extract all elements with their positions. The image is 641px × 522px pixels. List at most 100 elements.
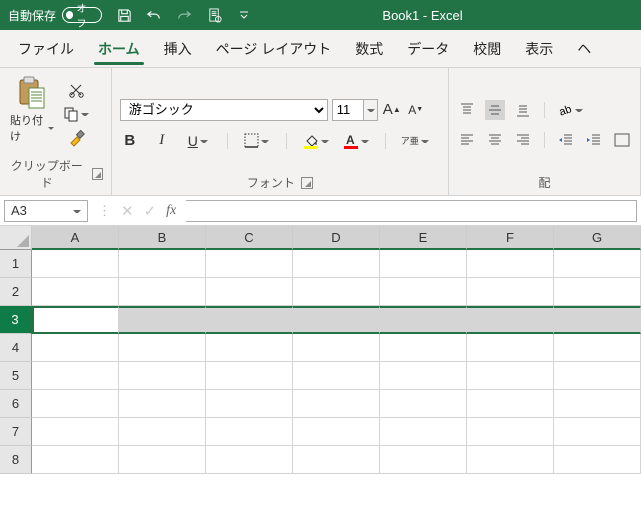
cell[interactable] [293,278,380,306]
italic-button[interactable]: I [152,131,172,151]
row-header[interactable]: 1 [0,250,32,278]
cell[interactable] [554,334,641,362]
tab-review[interactable]: 校閲 [461,31,513,67]
cell[interactable] [380,446,467,474]
increase-font-button[interactable]: A▲ [382,100,402,120]
cell[interactable] [554,250,641,278]
cell[interactable] [467,306,554,334]
cell[interactable] [380,250,467,278]
align-right-button[interactable] [513,130,533,150]
tab-home[interactable]: ホーム [86,31,152,67]
cell[interactable] [293,250,380,278]
cell[interactable] [467,390,554,418]
row-header[interactable]: 3 [0,306,32,334]
tab-formulas[interactable]: 数式 [343,31,395,67]
cell[interactable] [380,362,467,390]
cell[interactable] [554,446,641,474]
align-bottom-button[interactable] [513,100,533,120]
cell[interactable] [293,390,380,418]
align-top-button[interactable] [457,100,477,120]
enter-icon[interactable]: ✓ [144,202,157,220]
cell[interactable] [119,418,206,446]
cell[interactable] [467,278,554,306]
fx-icon[interactable]: fx [166,203,176,219]
cell[interactable] [32,334,119,362]
col-header[interactable]: B [119,226,206,250]
cell[interactable] [467,334,554,362]
cell[interactable] [380,390,467,418]
toggle-switch[interactable]: オフ [62,7,102,23]
select-all-corner[interactable] [0,226,32,250]
cell[interactable] [206,418,293,446]
redo-icon[interactable] [176,7,192,23]
cell[interactable] [554,306,641,334]
cell[interactable] [119,278,206,306]
cell[interactable] [32,418,119,446]
cell[interactable] [554,362,641,390]
cell[interactable] [206,446,293,474]
tab-insert[interactable]: 挿入 [152,31,204,67]
col-header[interactable]: F [467,226,554,250]
cell[interactable] [206,306,293,334]
orientation-button[interactable]: ab [556,100,584,120]
cell[interactable] [380,334,467,362]
cell[interactable] [554,278,641,306]
cell[interactable] [32,362,119,390]
cancel-icon[interactable]: ✕ [121,202,134,220]
dialog-launcher-icon[interactable] [301,177,313,189]
col-header[interactable]: G [554,226,641,250]
paste-button[interactable]: 貼り付け [8,74,56,154]
chevron-down-icon[interactable] [364,99,378,121]
cell[interactable] [467,250,554,278]
print-preview-icon[interactable] [206,7,222,23]
cell[interactable] [293,362,380,390]
bold-button[interactable]: B [120,131,140,151]
row-header[interactable]: 2 [0,278,32,306]
cell[interactable] [119,362,206,390]
font-name-combo[interactable]: 游ゴシック [120,99,328,121]
tab-help[interactable]: ヘ [565,31,603,67]
cell[interactable] [119,334,206,362]
cell[interactable] [119,306,206,334]
cell[interactable] [206,334,293,362]
fill-color-button[interactable] [302,131,330,151]
cell[interactable] [32,250,119,278]
cell[interactable] [380,278,467,306]
cell[interactable] [119,390,206,418]
cell[interactable] [32,446,119,474]
row-header[interactable]: 6 [0,390,32,418]
tab-page-layout[interactable]: ページ レイアウト [204,31,344,67]
cell[interactable] [554,418,641,446]
wrap-text-button[interactable] [612,130,632,150]
col-header[interactable]: E [380,226,467,250]
cell[interactable] [32,306,119,334]
customize-qat-icon[interactable] [236,7,252,23]
save-icon[interactable] [116,7,132,23]
cell[interactable] [554,390,641,418]
tab-view[interactable]: 表示 [513,31,565,67]
cell[interactable] [32,278,119,306]
cell[interactable] [293,306,380,334]
format-painter-button[interactable] [62,128,90,148]
tab-data[interactable]: データ [395,31,461,67]
row-header[interactable]: 5 [0,362,32,390]
formula-input[interactable] [186,200,637,222]
cell[interactable] [467,362,554,390]
row-header[interactable]: 4 [0,334,32,362]
cell[interactable] [206,390,293,418]
decrease-font-button[interactable]: A▼ [406,100,426,120]
cell[interactable] [32,390,119,418]
underline-button[interactable]: U [184,131,212,151]
row-header[interactable]: 8 [0,446,32,474]
cell[interactable] [293,334,380,362]
cell[interactable] [119,250,206,278]
copy-button[interactable] [62,104,90,124]
cell[interactable] [206,278,293,306]
dots-icon[interactable]: ⋮ [98,203,111,219]
cell[interactable] [119,446,206,474]
name-box[interactable]: A3 [4,200,88,222]
font-color-button[interactable]: A [342,131,370,151]
cell[interactable] [206,250,293,278]
row-header[interactable]: 7 [0,418,32,446]
borders-button[interactable] [243,131,271,151]
